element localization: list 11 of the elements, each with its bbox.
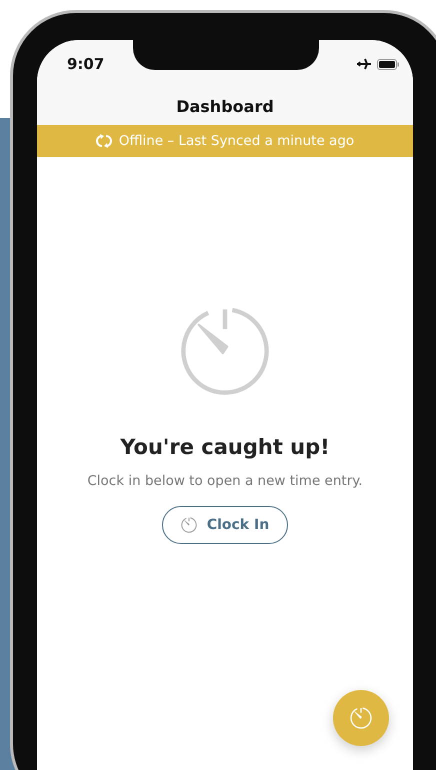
empty-state-message: Clock in below to open a new time entry.: [87, 473, 363, 489]
empty-state-title: You're caught up!: [120, 435, 330, 459]
clock-in-button[interactable]: Clock In: [162, 506, 288, 544]
airplane-icon: [357, 58, 371, 70]
sync-status-text: Offline – Last Synced a minute ago: [118, 133, 354, 149]
screen-title: Dashboard: [176, 97, 274, 116]
stopwatch-icon: [350, 707, 372, 729]
sync-icon: [96, 134, 112, 148]
status-time: 9:07: [67, 55, 104, 73]
battery-icon: [377, 58, 399, 70]
stopwatch-icon: [180, 517, 197, 533]
